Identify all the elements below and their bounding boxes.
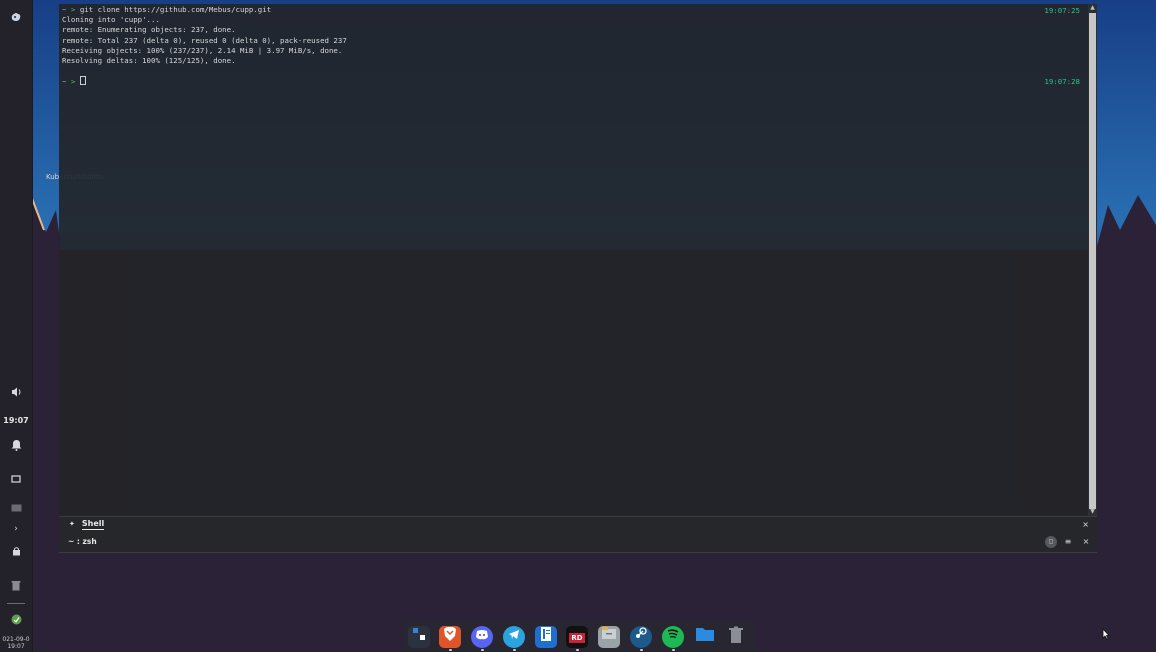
trash-icon[interactable]: [725, 626, 747, 648]
command-text: git clone https://github.com/Mebus/cupp.…: [79, 5, 272, 14]
update-status-icon[interactable]: [0, 614, 32, 629]
terminal-window[interactable]: ~ > git clone https://github.com/Mebus/c…: [59, 4, 1097, 553]
dock: RD: [404, 622, 754, 652]
running-indicator: [576, 649, 579, 651]
trash-panel-icon[interactable]: [0, 580, 32, 595]
prompt-arrow: >: [70, 77, 76, 87]
tab-close-button[interactable]: ×: [1082, 520, 1089, 529]
lock-icon[interactable]: [0, 546, 32, 560]
left-panel: 19:07 › 021-09-0 19:07: [0, 0, 33, 652]
brave-browser-icon[interactable]: [439, 626, 461, 648]
terminal-scrollbar[interactable]: ▲ ▼: [1088, 4, 1097, 516]
discord-icon[interactable]: [471, 626, 493, 648]
tab-label: Shell: [81, 519, 105, 530]
maximize-pane-button[interactable]: ◻: [1045, 536, 1057, 548]
terminal-tab-bar: ✦ Shell ×: [59, 516, 1097, 535]
volume-icon[interactable]: [0, 387, 32, 401]
notes-icon[interactable]: [535, 626, 557, 648]
prompt-tilde: ~: [62, 77, 67, 87]
workspace-switcher-icon[interactable]: [408, 626, 430, 648]
prompt-timestamp: 19:07:28: [1044, 77, 1080, 86]
file-manager-icon[interactable]: [598, 626, 620, 648]
running-indicator: [481, 649, 484, 651]
running-indicator: [672, 649, 675, 651]
scroll-down-arrow-icon[interactable]: ▼: [1088, 508, 1097, 516]
terminal-output[interactable]: ~ > git clone https://github.com/Mebus/c…: [62, 5, 1082, 88]
expand-chevron-icon[interactable]: ›: [0, 522, 32, 536]
running-indicator: [449, 649, 452, 651]
panel-date-time: 19:07: [7, 643, 25, 650]
telegram-icon[interactable]: [503, 626, 525, 648]
folder-icon[interactable]: [694, 626, 716, 648]
text-cursor: [79, 76, 86, 86]
rider-label: RD: [569, 633, 585, 643]
scrollbar-thumb[interactable]: [1089, 13, 1096, 509]
rider-icon[interactable]: RD: [566, 626, 588, 648]
output-line: Cloning into 'cupp'...: [62, 15, 160, 25]
output-line: remote: Enumerating objects: 237, done.: [62, 25, 236, 35]
menu-button[interactable]: ≡: [1062, 536, 1074, 548]
tab-shell[interactable]: ✦ Shell: [69, 519, 105, 533]
running-indicator: [513, 649, 516, 651]
panel-clock[interactable]: 19:07: [0, 414, 32, 428]
spotify-icon[interactable]: [662, 626, 684, 648]
output-line: Receiving objects: 100% (237/237), 2.14 …: [62, 45, 343, 55]
output-line: remote: Total 237 (delta 0), reused 0 (d…: [62, 35, 347, 45]
notifications-bell-icon[interactable]: [0, 439, 32, 455]
display-icon[interactable]: [0, 474, 32, 488]
mouse-pointer-icon: [1102, 628, 1110, 640]
tab-star-icon: ✦: [69, 520, 75, 528]
panel-separator: [7, 603, 25, 604]
terminal-status-bar: ~ : zsh ◻ ≡ ×: [59, 534, 1097, 553]
panel-date: 021-09-0: [2, 636, 30, 643]
running-indicator: [640, 649, 643, 651]
app-launcher-icon[interactable]: [0, 11, 32, 27]
scroll-up-arrow-icon[interactable]: ▲: [1088, 4, 1097, 12]
session-status: ~ : zsh: [68, 537, 97, 546]
prompt-arrow: >: [70, 5, 76, 14]
command-timestamp: 19:07:25: [1044, 6, 1080, 15]
clipboard-icon[interactable]: [0, 502, 32, 516]
prompt-tilde: ~: [62, 5, 67, 14]
close-session-button[interactable]: ×: [1080, 536, 1092, 548]
steam-icon[interactable]: [630, 626, 652, 648]
output-line: Resolving deltas: 100% (125/125), done.: [62, 56, 236, 66]
